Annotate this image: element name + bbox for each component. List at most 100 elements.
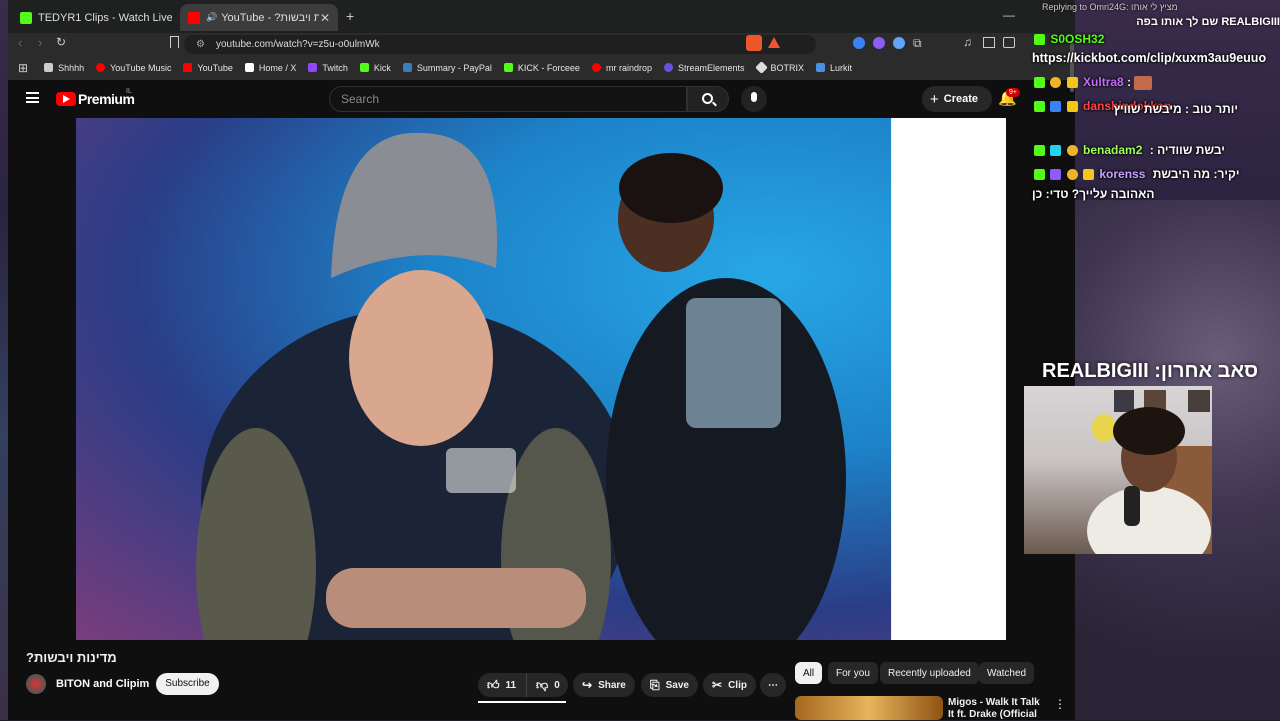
like-button[interactable]: 👍︎ 11 [478, 673, 526, 697]
bookmark-label: Shhhh [58, 62, 85, 73]
search-input[interactable]: Search [329, 86, 687, 112]
kick-badge-icon [1034, 77, 1045, 89]
plush-toy [1092, 414, 1116, 442]
bookmark-label: StreamElements [677, 62, 745, 73]
wall-frame [1114, 390, 1134, 412]
chip-recently-uploaded[interactable]: Recently uploaded [880, 662, 979, 684]
wallet-icon[interactable] [1003, 37, 1015, 48]
forward-icon[interactable]: › [38, 35, 42, 50]
share-button[interactable]: ↪ Share [573, 673, 635, 697]
minimize-icon[interactable]: — [1003, 8, 1015, 22]
search-button[interactable] [687, 86, 729, 112]
chat-reply-header: Replying to Omri24G: מציץ לי אותו שם לך … [1030, 0, 1280, 34]
close-tab-icon[interactable]: ✕ [320, 11, 330, 25]
hair [1113, 407, 1185, 455]
music-icon[interactable]: ♫ [963, 35, 972, 49]
apps-grid-icon[interactable]: ⊞ [18, 61, 28, 75]
bookmark-item[interactable]: Summary - PayPal [402, 63, 492, 73]
dislike-button[interactable]: 👎︎ 0 [526, 673, 568, 697]
new-tab-button[interactable]: + [346, 8, 354, 24]
back-icon[interactable]: ‹ [18, 35, 22, 50]
subscribe-button[interactable]: Subscribe [156, 673, 219, 695]
recommended-thumbnail[interactable] [795, 696, 943, 720]
microphone [1124, 486, 1140, 526]
bookmark-item[interactable]: Shhhh [44, 63, 84, 73]
like-ratio-bar [478, 701, 566, 703]
chat-message: Xultra8 : [1034, 75, 1154, 90]
menu-icon[interactable] [26, 92, 39, 103]
brave-rewards-icon[interactable] [768, 37, 780, 48]
plus-icon: + [930, 90, 939, 108]
puzzle-icon[interactable]: ⧉ [913, 36, 922, 51]
streamelements-icon [663, 63, 673, 72]
share-icon: ↪ [582, 678, 593, 692]
like-count: 11 [505, 679, 517, 691]
voice-search-button[interactable] [741, 86, 767, 112]
create-label: Create [943, 93, 979, 105]
gift-badge-icon [1066, 77, 1078, 89]
channel-info[interactable]: BITON and Clipim [26, 674, 149, 694]
bookmark-item[interactable]: Kick [359, 63, 391, 73]
create-button[interactable]: + Create [922, 86, 992, 112]
bookmark-item[interactable]: YouTube [183, 63, 233, 73]
lurkit-icon [816, 63, 826, 72]
chip-watched[interactable]: Watched [979, 662, 1035, 684]
x-icon [244, 63, 254, 72]
bookmark-item[interactable]: Home / X [244, 63, 296, 73]
emote-icon [1134, 75, 1153, 90]
save-button[interactable]: ⎘ Save [641, 673, 698, 697]
video-content [196, 132, 846, 640]
clip-button[interactable]: ✂ Clip [703, 673, 756, 697]
video-player[interactable] [76, 118, 1006, 640]
bookmark-item[interactable]: BOTRIX [754, 61, 805, 74]
bookmark-label: KICK - Forceee [517, 62, 580, 73]
bookmark-item[interactable]: StreamElements [663, 62, 745, 73]
recommended-title[interactable]: Migos - Walk It Talk It ft. Drake (Offic… [948, 697, 1048, 721]
chat-message-text: יותר טוב : מיבשת שוויץ [1113, 102, 1238, 116]
kick-icon [359, 63, 369, 72]
tab-kick-clips[interactable]: TEDYR1 Clips - Watch Live on Kick [12, 4, 180, 31]
moderator-badge-icon [1050, 145, 1062, 157]
chat-username: Xultra8 [1083, 75, 1124, 89]
kick-icon [20, 11, 32, 24]
bookmark-item[interactable]: YouTube Music [96, 63, 171, 73]
site-info-icon[interactable]: ⚙ [196, 35, 205, 54]
shirt-logo [446, 448, 516, 493]
youtube-logo-icon[interactable] [56, 92, 76, 106]
bookmark-item[interactable]: Lurkit [816, 63, 852, 73]
youtube-icon [188, 11, 200, 24]
bookmark-label: YouTube Music [110, 62, 172, 73]
tab-youtube-video[interactable]: 🔊 ‫(569) מדינות ויבשות? - YouTube‬ ✕ [180, 4, 338, 31]
more-vertical-icon[interactable]: ⋮ [1054, 697, 1066, 711]
video-frame[interactable] [76, 118, 891, 640]
thumbs-up-icon: 👍︎ [487, 677, 500, 692]
avatar[interactable] [26, 674, 46, 694]
wall-frame [1188, 390, 1210, 412]
beanie [331, 132, 498, 278]
brave-shield-icon[interactable] [746, 35, 762, 51]
reload-icon[interactable]: ↻ [56, 35, 66, 49]
mic-icon [751, 92, 757, 102]
gift-badge-icon [1083, 169, 1095, 181]
share-label: Share [598, 679, 626, 691]
bookmark-icon[interactable] [170, 36, 179, 48]
more-actions-button[interactable]: ⋯ [760, 673, 786, 697]
sub-badge-icon [1066, 169, 1078, 181]
channel-name[interactable]: BITON and Clipim [56, 678, 149, 690]
chat-username: korenss [1099, 167, 1146, 181]
chip-for-you[interactable]: For you [828, 662, 878, 684]
extension-icon[interactable] [873, 37, 885, 49]
crossed-arms [326, 568, 586, 628]
bookmark-label: BOTRIX [770, 62, 805, 73]
address-bar[interactable]: ⚙ youtube.com/watch?v=z5u-o0ulmWk [184, 35, 816, 54]
extension-icon[interactable] [893, 37, 905, 49]
chat-username: S0OSH32 [1050, 32, 1105, 46]
bookmark-item[interactable]: Twitch [308, 63, 348, 73]
sidebar-icon[interactable] [983, 37, 995, 48]
bookmark-item[interactable]: KICK - Forceee [503, 62, 580, 73]
reply-message: שם לך אותו בפה REALBIGIII [1136, 16, 1280, 28]
paypal-icon [402, 63, 412, 72]
chip-all[interactable]: All [795, 662, 823, 684]
bookmark-item[interactable]: mr raindrop [591, 63, 652, 73]
extension-icon[interactable] [853, 37, 865, 49]
